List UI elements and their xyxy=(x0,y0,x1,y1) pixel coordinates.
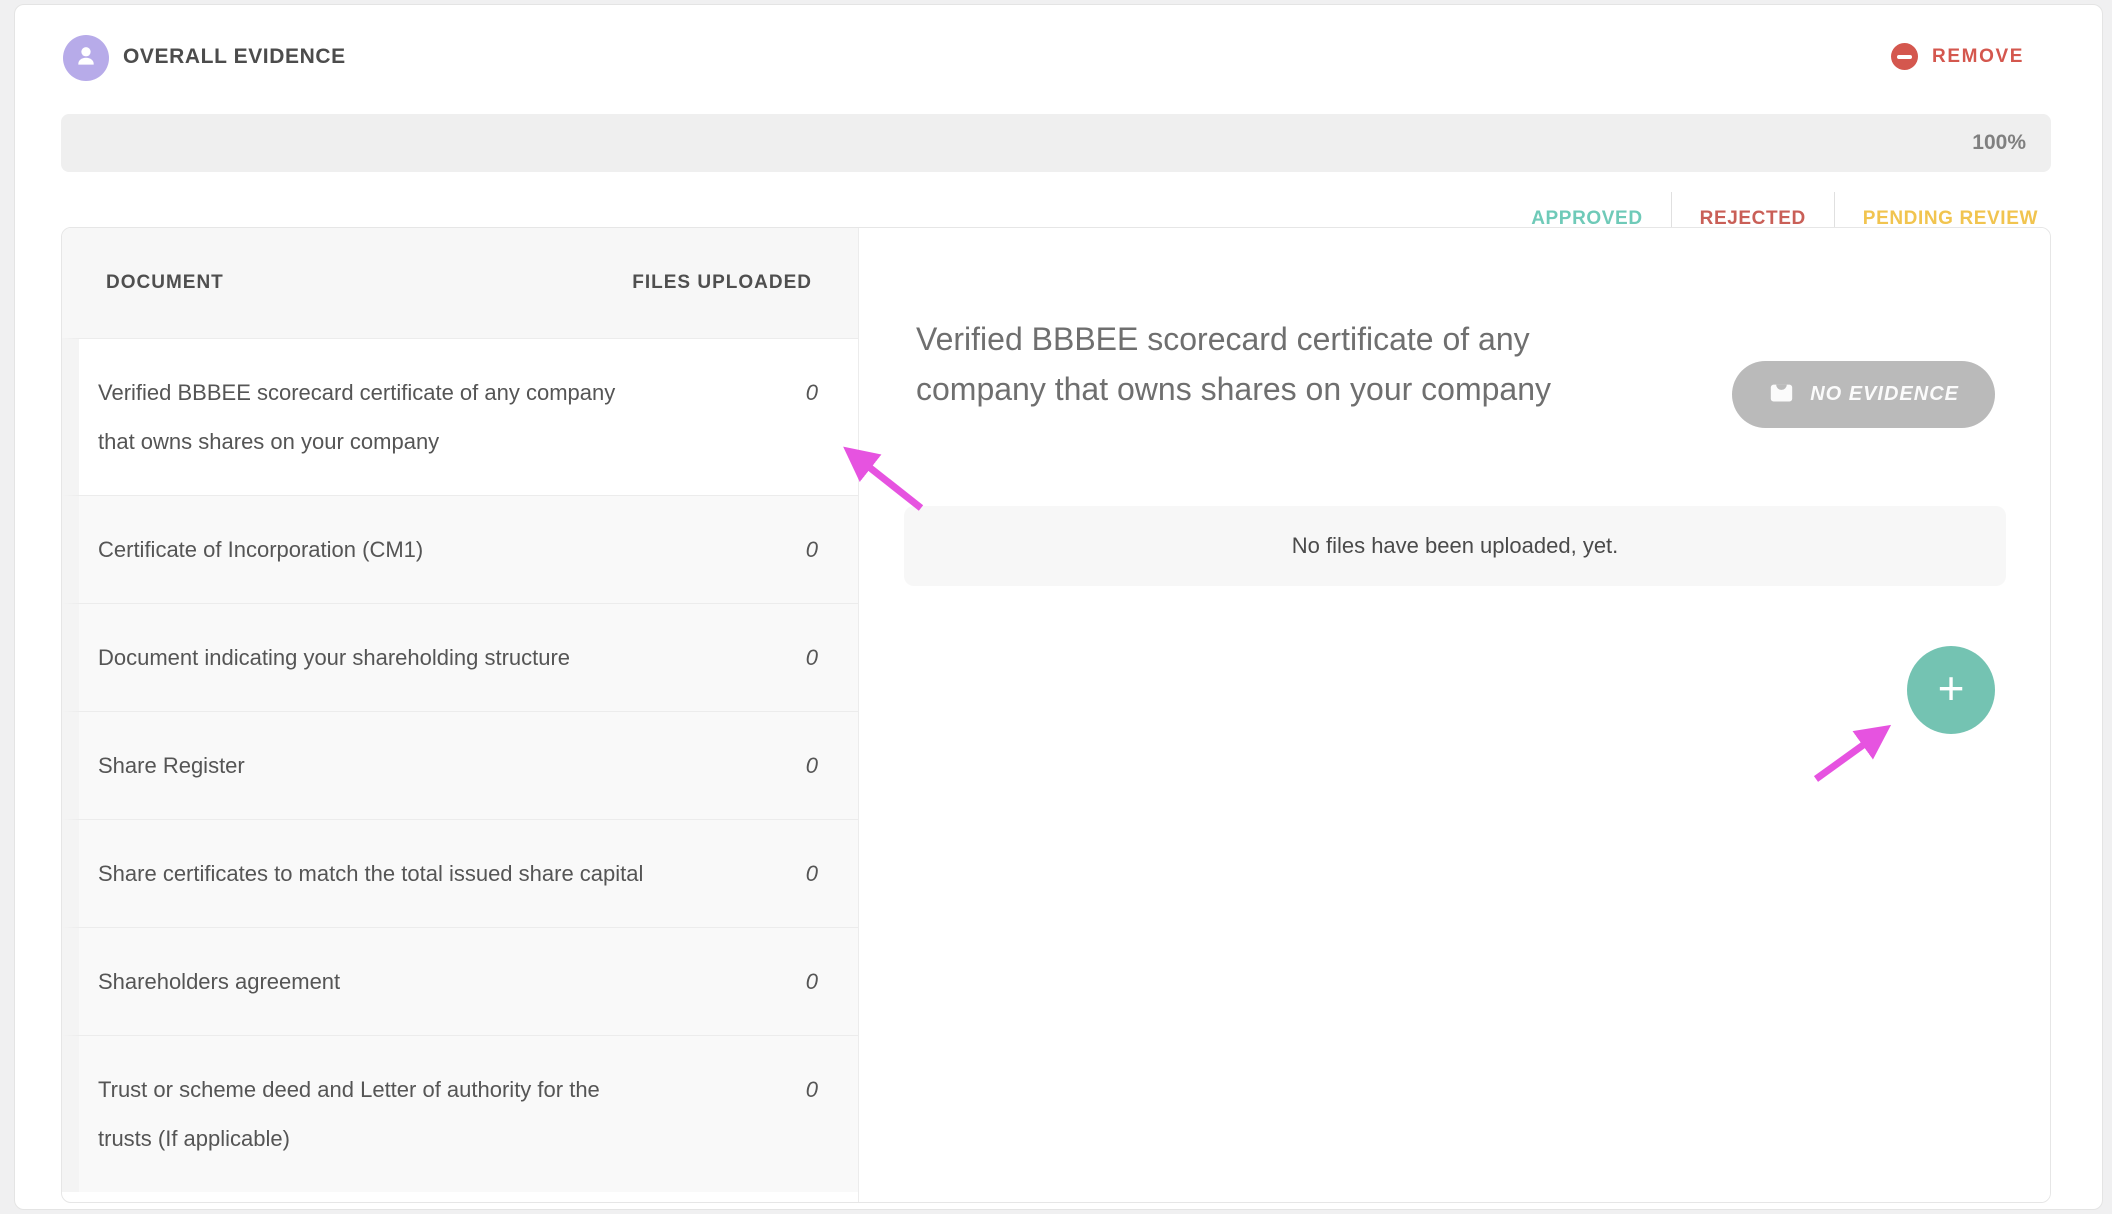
table-row[interactable]: Share Register 0 xyxy=(62,711,858,819)
remove-label: REMOVE xyxy=(1932,46,2024,68)
document-name: Trust or scheme deed and Letter of autho… xyxy=(98,1065,658,1163)
overall-evidence-card: OVERALL EVIDENCE REMOVE 100% APPROVED RE… xyxy=(14,4,2103,1210)
minus-circle-icon xyxy=(1891,43,1918,70)
files-count: 0 xyxy=(806,368,818,466)
user-icon xyxy=(73,43,99,74)
column-document: DOCUMENT xyxy=(106,272,224,294)
files-count: 0 xyxy=(806,957,818,1006)
plus-icon: + xyxy=(1938,665,1965,711)
files-count: 0 xyxy=(806,1065,818,1163)
empty-message: No files have been uploaded, yet. xyxy=(1292,533,1619,559)
inbox-icon xyxy=(1768,379,1795,411)
progress-bar: 100% xyxy=(61,114,2051,172)
no-evidence-badge: NO EVIDENCE xyxy=(1732,361,1995,428)
table-row[interactable]: Certificate of Incorporation (CM1) 0 xyxy=(62,495,858,603)
document-name: Certificate of Incorporation (CM1) xyxy=(98,525,423,574)
no-evidence-label: NO EVIDENCE xyxy=(1810,383,1959,406)
table-row[interactable]: Share certificates to match the total is… xyxy=(62,819,858,927)
document-name: Shareholders agreement xyxy=(98,957,340,1006)
files-count: 0 xyxy=(806,849,818,898)
progress-percent: 100% xyxy=(1972,131,2051,155)
evidence-panel: DOCUMENT FILES UPLOADED Verified BBBEE s… xyxy=(61,227,2051,1203)
table-row[interactable]: Document indicating your shareholding st… xyxy=(62,603,858,711)
column-files-uploaded: FILES UPLOADED xyxy=(632,272,812,294)
table-row[interactable]: Verified BBBEE scorecard certificate of … xyxy=(62,338,858,495)
files-count: 0 xyxy=(806,525,818,574)
document-name: Share certificates to match the total is… xyxy=(98,849,643,898)
card-header: OVERALL EVIDENCE REMOVE xyxy=(61,33,2024,89)
empty-state: No files have been uploaded, yet. xyxy=(904,506,2006,586)
document-name: Document indicating your shareholding st… xyxy=(98,633,570,682)
document-table: DOCUMENT FILES UPLOADED Verified BBBEE s… xyxy=(62,228,859,1202)
table-row[interactable]: Shareholders agreement 0 xyxy=(62,927,858,1035)
avatar xyxy=(63,35,109,81)
files-count: 0 xyxy=(806,633,818,682)
page-title: OVERALL EVIDENCE xyxy=(123,45,346,69)
table-header: DOCUMENT FILES UPLOADED xyxy=(62,228,858,338)
table-row[interactable]: Trust or scheme deed and Letter of autho… xyxy=(62,1035,858,1192)
page: OVERALL EVIDENCE REMOVE 100% APPROVED RE… xyxy=(0,0,2112,1214)
document-name: Verified BBBEE scorecard certificate of … xyxy=(98,368,658,466)
add-evidence-button[interactable]: + xyxy=(1907,646,1995,734)
remove-button[interactable]: REMOVE xyxy=(1891,43,2024,70)
detail-title: Verified BBBEE scorecard certificate of … xyxy=(916,314,1576,414)
detail-panel: Verified BBBEE scorecard certificate of … xyxy=(859,228,2050,1202)
files-count: 0 xyxy=(806,741,818,790)
document-name: Share Register xyxy=(98,741,245,790)
